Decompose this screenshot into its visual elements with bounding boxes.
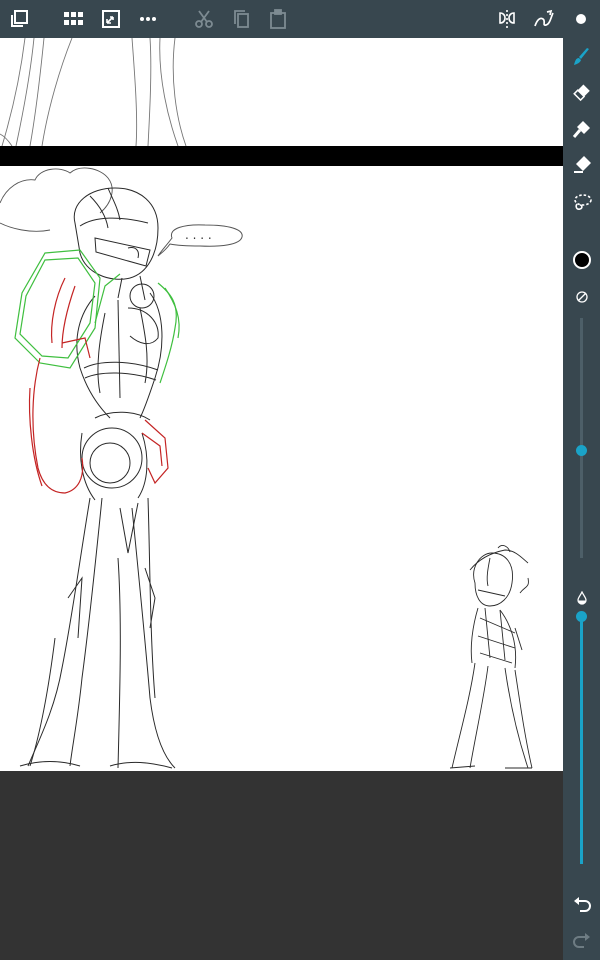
top-toolbar xyxy=(0,0,600,38)
eraser-icon[interactable] xyxy=(566,78,597,108)
undo-icon[interactable] xyxy=(566,890,597,920)
speech-bubble-text: . . . . xyxy=(185,228,212,242)
more-icon[interactable] xyxy=(133,4,163,34)
drawing-canvas[interactable]: . . . . xyxy=(0,38,563,771)
smudge-icon[interactable] xyxy=(566,150,597,180)
brush-size-slider-knob[interactable] xyxy=(576,445,587,456)
gallery-grid-icon[interactable] xyxy=(59,4,89,34)
brush-size-slider[interactable] xyxy=(580,318,583,558)
redo-icon[interactable] xyxy=(566,926,597,956)
opacity-slider-knob[interactable] xyxy=(576,611,587,622)
symmetry-icon[interactable] xyxy=(492,4,522,34)
opacity-slider-fill xyxy=(580,616,583,864)
layers-icon[interactable] xyxy=(4,4,34,34)
stroke-stabilizer-icon[interactable] xyxy=(529,4,559,34)
sketch-artwork: . . . . xyxy=(0,38,563,769)
canvas-size-icon[interactable] xyxy=(96,4,126,34)
cut-icon[interactable] xyxy=(189,4,219,34)
paste-icon[interactable] xyxy=(263,4,293,34)
brush-icon[interactable] xyxy=(566,42,597,72)
color-swatch[interactable] xyxy=(566,245,597,275)
opacity-icon xyxy=(566,583,597,613)
lasso-icon[interactable] xyxy=(566,188,597,218)
brush-settings-icon[interactable] xyxy=(566,282,597,312)
copy-icon[interactable] xyxy=(226,4,256,34)
menu-dot-icon[interactable] xyxy=(566,4,596,34)
right-tool-sidebar xyxy=(563,38,600,960)
canvas-area[interactable]: . . . . xyxy=(0,38,563,960)
fill-icon[interactable] xyxy=(566,114,597,144)
